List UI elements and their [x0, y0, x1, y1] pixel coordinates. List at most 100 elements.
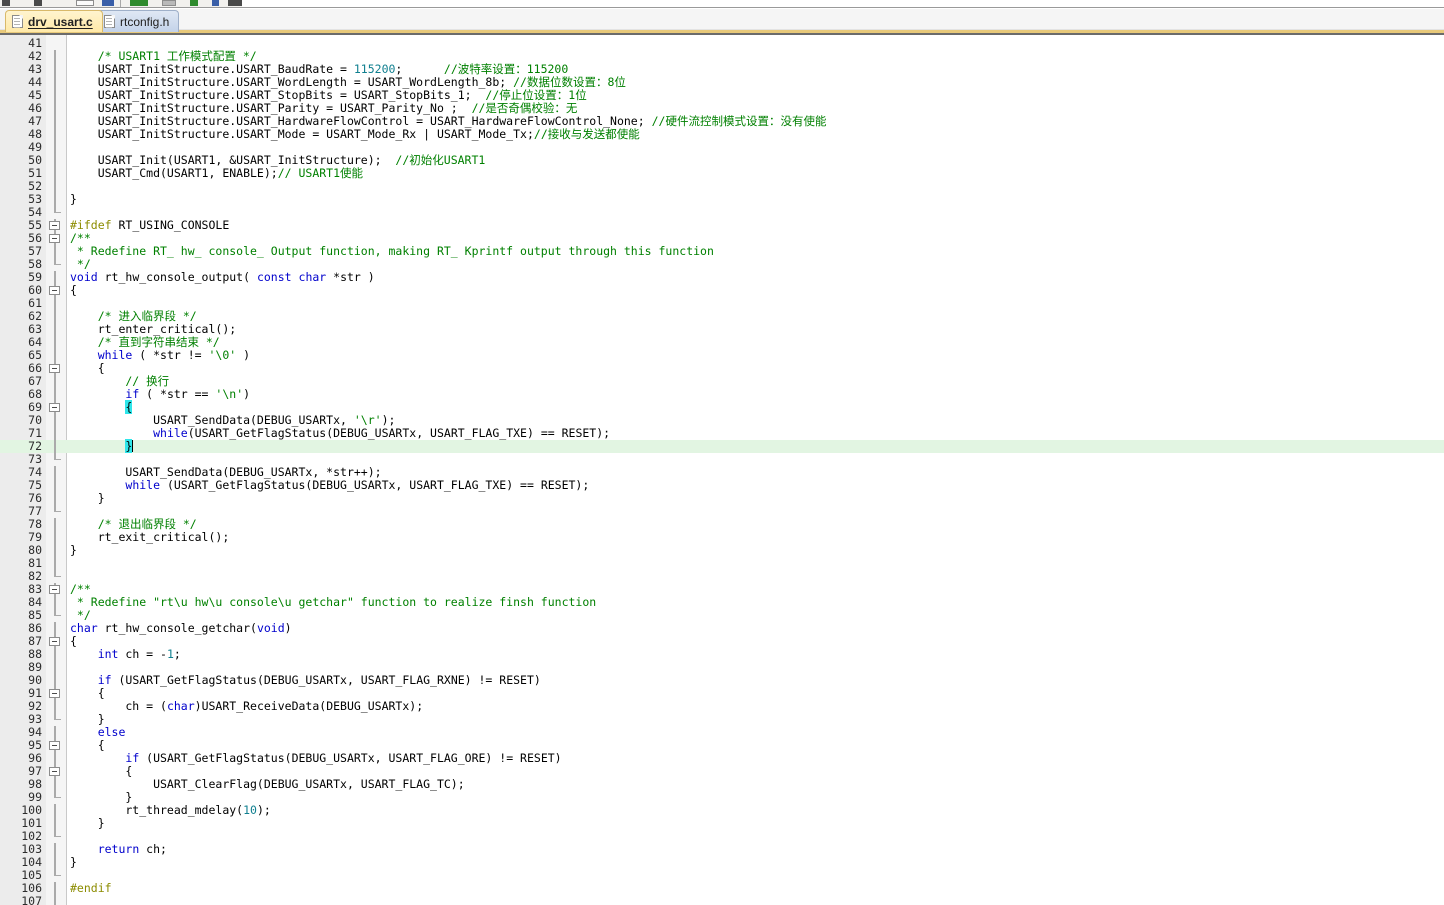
code-line[interactable]: 65 while ( *str != '\0' )	[0, 349, 1444, 362]
build-icon[interactable]	[130, 0, 148, 6]
code-line[interactable]: 98 USART_ClearFlag(DEBUG_USARTx, USART_F…	[0, 778, 1444, 791]
code-line[interactable]: 100 rt_thread_mdelay(10);	[0, 804, 1444, 817]
code-line[interactable]: 102	[0, 830, 1444, 843]
code-token: USART_InitStructure.USART_HardwareFlowCo…	[70, 114, 652, 128]
fold-collapse-icon[interactable]	[49, 767, 60, 776]
code-text: ch = (char)USART_ReceiveData(DEBUG_USART…	[70, 700, 423, 713]
code-line[interactable]: 103 return ch;	[0, 843, 1444, 856]
code-line[interactable]: 79 rt_exit_critical();	[0, 531, 1444, 544]
code-token: void	[70, 270, 98, 284]
tab-drv-usart-c[interactable]: drv_usart.c	[5, 10, 103, 32]
code-line[interactable]: 51 USART_Cmd(USART1, ENABLE);// USART1使能	[0, 167, 1444, 180]
code-line[interactable]: 87{	[0, 635, 1444, 648]
check-icon[interactable]	[190, 0, 198, 6]
code-line[interactable]: 52	[0, 180, 1444, 193]
code-text: USART_Cmd(USART1, ENABLE);// USART1使能	[70, 167, 363, 180]
code-line[interactable]: 48 USART_InitStructure.USART_Mode = USAR…	[0, 128, 1444, 141]
code-token: /* 进入临界段 */	[70, 309, 197, 323]
code-line[interactable]: 101 }	[0, 817, 1444, 830]
fold-region-end-marker	[54, 791, 61, 798]
code-line[interactable]: 61	[0, 297, 1444, 310]
code-line[interactable]: 71 while(USART_GetFlagStatus(DEBUG_USART…	[0, 427, 1444, 440]
fold-guide-line	[54, 843, 56, 856]
code-line[interactable]: 81	[0, 557, 1444, 570]
undo-icon[interactable]	[2, 0, 10, 6]
code-token: (USART_GetFlagStatus(DEBUG_USARTx, USART…	[187, 426, 611, 440]
code-line[interactable]: 104}	[0, 856, 1444, 869]
code-token: char	[298, 270, 327, 284]
code-line[interactable]: 96 if (USART_GetFlagStatus(DEBUG_USARTx,…	[0, 752, 1444, 765]
code-token: #ifdef	[70, 218, 112, 232]
code-token: '\n'	[215, 387, 244, 401]
code-text: if (USART_GetFlagStatus(DEBUG_USARTx, US…	[70, 674, 541, 687]
code-text: }	[70, 817, 105, 830]
code-token: const	[256, 270, 292, 284]
fold-collapse-icon[interactable]	[49, 221, 60, 230]
code-line[interactable]: 53}	[0, 193, 1444, 206]
fold-guide-line	[54, 518, 56, 531]
code-text: USART_InitStructure.USART_Mode = USART_M…	[70, 128, 640, 141]
rebuild-icon[interactable]	[162, 0, 176, 6]
target-icon[interactable]	[212, 0, 219, 6]
fold-collapse-icon[interactable]	[49, 286, 60, 295]
code-token: 115200	[353, 62, 396, 76]
code-token: char	[70, 621, 98, 635]
bookmark-icon[interactable]	[102, 0, 114, 6]
fold-guide-line	[54, 622, 56, 635]
code-line[interactable]: 57 * Redefine RT_ hw_ console_ Output fu…	[0, 245, 1444, 258]
code-line[interactable]: 107	[0, 895, 1444, 905]
code-token: USART_ClearFlag(DEBUG_USARTx, USART_FLAG…	[70, 777, 465, 791]
code-line[interactable]: 68 if ( *str == '\n')	[0, 388, 1444, 401]
code-line[interactable]: 92 ch = (char)USART_ReceiveData(DEBUG_US…	[0, 700, 1444, 713]
code-line[interactable]: 77	[0, 505, 1444, 518]
fold-guide-line	[54, 388, 56, 401]
fold-collapse-icon[interactable]	[49, 689, 60, 698]
fold-collapse-icon[interactable]	[49, 364, 60, 373]
code-token: (USART_GetFlagStatus(DEBUG_USARTx, USART…	[111, 673, 541, 687]
fold-guide-line	[54, 271, 56, 284]
fold-guide-line	[54, 596, 56, 609]
blank-button-icon[interactable]	[76, 0, 94, 6]
code-line[interactable]: 106 #endif	[0, 882, 1444, 895]
fold-collapse-icon[interactable]	[49, 403, 60, 412]
fold-guide-line	[54, 752, 56, 765]
code-token: if	[125, 387, 140, 401]
tab-label: rtconfig.h	[120, 14, 170, 29]
code-line[interactable]: 80}	[0, 544, 1444, 557]
fold-region-end-marker	[54, 609, 61, 616]
fold-collapse-icon[interactable]	[49, 637, 60, 646]
code-token: )	[236, 348, 251, 362]
code-line[interactable]: 105	[0, 869, 1444, 882]
code-line[interactable]: 88 int ch = -1;	[0, 648, 1444, 661]
tab-rtconfig-h[interactable]: rtconfig.h	[97, 10, 180, 32]
matched-brace: }	[125, 439, 133, 453]
fold-collapse-icon[interactable]	[49, 741, 60, 750]
code-line[interactable]: 86 char rt_hw_console_getchar(void)	[0, 622, 1444, 635]
redo-icon[interactable]	[34, 0, 42, 6]
fold-guide-line	[54, 115, 56, 128]
code-line[interactable]: 82	[0, 570, 1444, 583]
code-text: #endif	[70, 882, 112, 895]
code-line[interactable]: 72 }	[0, 439, 1444, 453]
fold-region-end-marker	[54, 713, 61, 720]
fold-guide-line	[54, 76, 56, 89]
code-line[interactable]: 55 #ifdef RT_USING_CONSOLE	[0, 219, 1444, 232]
code-line[interactable]: 90 if (USART_GetFlagStatus(DEBUG_USARTx,…	[0, 674, 1444, 687]
fold-guide-line	[54, 479, 56, 492]
code-token: );	[256, 803, 271, 817]
fold-collapse-icon[interactable]	[49, 585, 60, 594]
code-editor[interactable]: 41 42 /* USART1 工作模式配置 */43 USART_InitStr…	[0, 35, 1444, 905]
code-line[interactable]: 60{	[0, 284, 1444, 297]
code-line[interactable]: 93 }	[0, 713, 1444, 726]
code-token: {	[70, 686, 105, 700]
code-line[interactable]: 94 else	[0, 726, 1444, 739]
code-line[interactable]: 76 }	[0, 492, 1444, 505]
code-line[interactable]: 84 * Redefine "rt\u hw\u console\u getch…	[0, 596, 1444, 609]
code-token: rt_exit_critical();	[70, 530, 230, 544]
code-token: if	[125, 751, 140, 765]
code-line[interactable]: 66 {	[0, 362, 1444, 375]
code-line[interactable]: 59 void rt_hw_console_output( const char …	[0, 271, 1444, 284]
code-line[interactable]: 75 while (USART_GetFlagStatus(DEBUG_USAR…	[0, 479, 1444, 492]
fold-collapse-icon[interactable]	[49, 234, 60, 243]
